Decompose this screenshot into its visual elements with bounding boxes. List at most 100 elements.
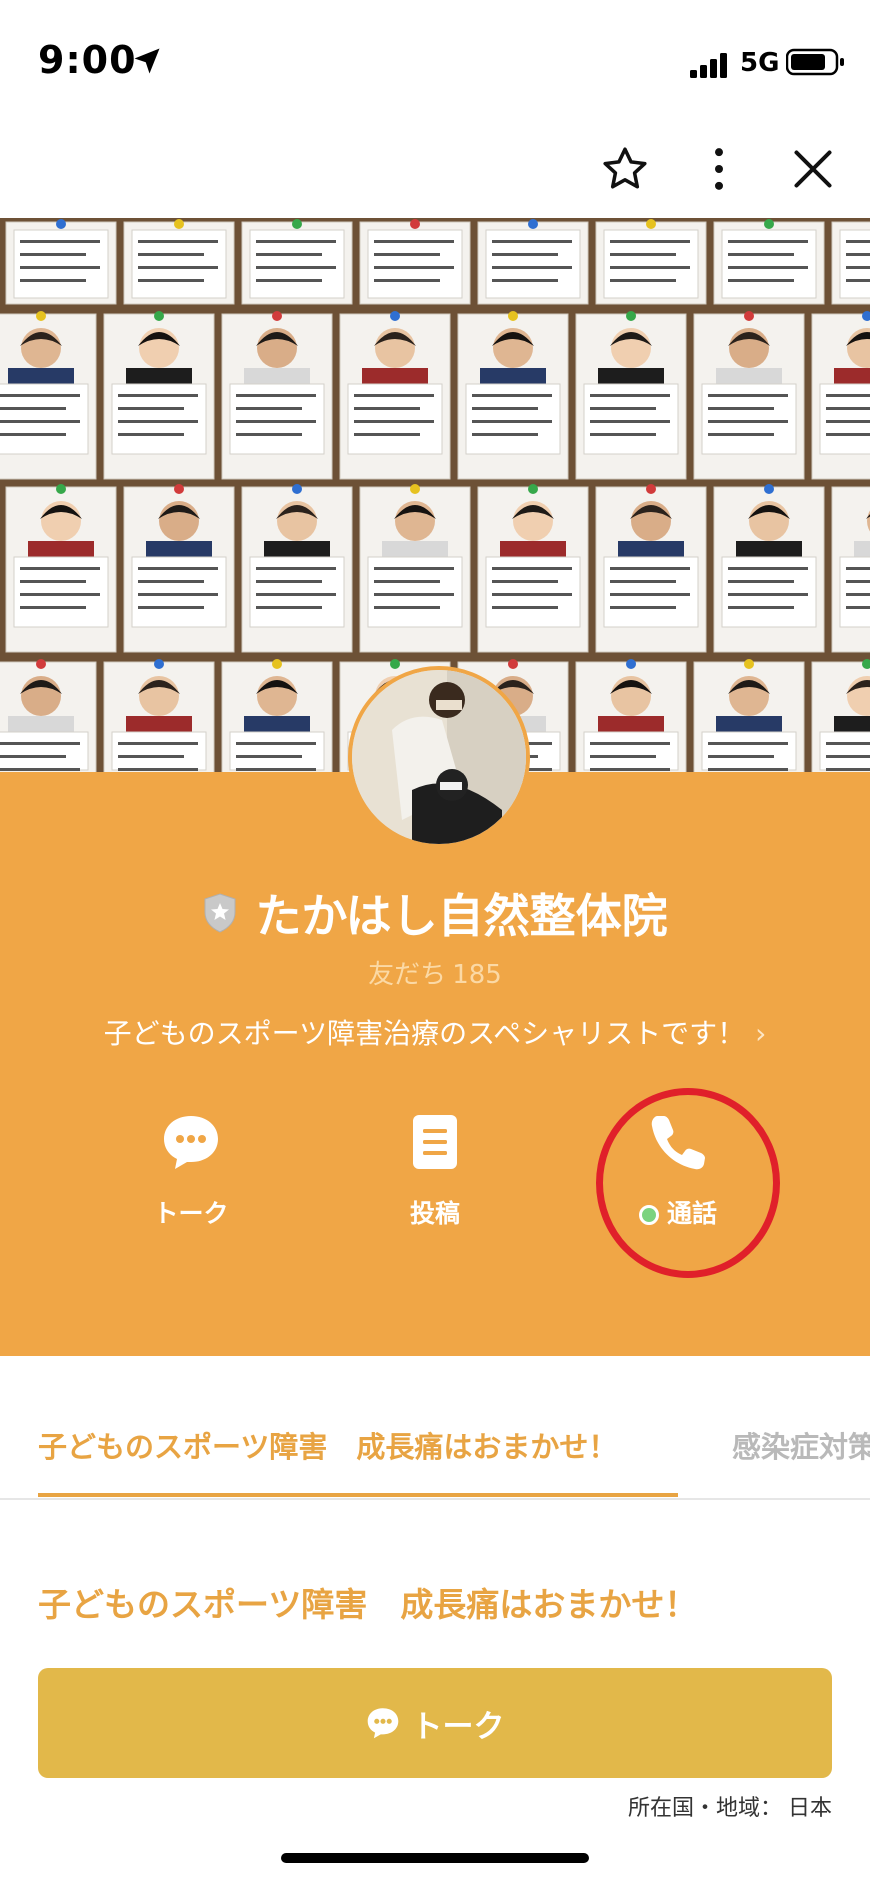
- collage-shirt: [8, 716, 74, 734]
- collage-whiteboard: [583, 731, 679, 771]
- profile-tagline[interactable]: 子どものスポーツ障害治療のスペシャリストです！ ›: [0, 1012, 870, 1052]
- post-action-label: 投稿: [409, 1199, 460, 1228]
- collage-shirt: [598, 368, 664, 386]
- collage-handwriting: [20, 606, 86, 609]
- collage-pin: [174, 484, 184, 494]
- collage-handwriting: [492, 266, 572, 269]
- collage-pin: [174, 219, 184, 229]
- tab-infection-control[interactable]: 感染症対策: [732, 1424, 870, 1466]
- collage-handwriting: [846, 240, 870, 243]
- collage-handwriting: [20, 253, 86, 256]
- collage-handwriting: [0, 407, 66, 410]
- close-button[interactable]: [784, 140, 842, 198]
- collage-handwriting: [0, 394, 80, 397]
- collage-handwriting: [846, 606, 870, 609]
- collage-pin: [56, 484, 66, 494]
- collage-pin: [272, 659, 282, 669]
- collage-handwriting: [374, 580, 440, 583]
- profile-avatar[interactable]: [348, 666, 530, 848]
- collage-handwriting: [256, 567, 336, 570]
- collage-handwriting: [0, 433, 66, 436]
- collage-handwriting: [138, 567, 218, 570]
- collage-handwriting: [236, 407, 302, 410]
- collage-handwriting: [846, 567, 870, 570]
- post-action[interactable]: 投稿: [355, 1112, 515, 1230]
- tab-kids-sports-injury[interactable]: 子どものスポーツ障害 成長痛はおまかせ！: [38, 1424, 617, 1466]
- collage-handwriting: [236, 420, 316, 423]
- collage-handwriting: [610, 279, 676, 282]
- collage-handwriting: [0, 742, 80, 745]
- collage-handwriting: [728, 253, 794, 256]
- collage-handwriting: [590, 433, 656, 436]
- collage-pin: [626, 659, 636, 669]
- collage-handwriting: [826, 420, 870, 423]
- talk-button-label: トーク: [411, 1708, 505, 1745]
- more-options-button[interactable]: [690, 140, 748, 198]
- collage-handwriting: [846, 266, 870, 269]
- collage-handwriting: [708, 755, 774, 758]
- collage-handwriting: [354, 420, 434, 423]
- collage-handwriting: [256, 266, 336, 269]
- talk-action[interactable]: トーク: [111, 1112, 271, 1230]
- collage-shirt: [716, 716, 782, 734]
- collage-handwriting: [354, 433, 420, 436]
- collage-pin: [36, 311, 46, 321]
- collage-handwriting: [256, 240, 336, 243]
- collage-handwriting: [728, 593, 808, 596]
- talk-button[interactable]: トーク: [38, 1668, 832, 1778]
- collage-handwriting: [374, 593, 454, 596]
- region-value: 日本: [787, 1796, 832, 1821]
- collage-shirt: [834, 368, 870, 386]
- region-info: 所在国・地域： 日本: [622, 1790, 832, 1822]
- collage-shirt: [8, 368, 74, 386]
- collage-handwriting: [492, 567, 572, 570]
- collage-pin: [292, 219, 302, 229]
- home-indicator: [281, 1853, 589, 1863]
- signal-icon: [690, 53, 727, 78]
- talk-action-label: トーク: [153, 1199, 229, 1228]
- collage-handwriting: [728, 279, 794, 282]
- collage-handwriting: [472, 407, 538, 410]
- content-tabs: 子どものスポーツ障害 成長痛はおまかせ！ 感染症対策: [0, 1356, 870, 1500]
- collage-pin: [764, 484, 774, 494]
- collage-handwriting: [0, 755, 66, 758]
- collage-handwriting: [256, 279, 322, 282]
- collage-handwriting: [138, 266, 218, 269]
- collage-pin: [292, 484, 302, 494]
- collage-handwriting: [826, 768, 870, 771]
- collage-handwriting: [590, 755, 656, 758]
- collage-handwriting: [236, 755, 302, 758]
- collage-handwriting: [472, 420, 552, 423]
- collage-handwriting: [728, 606, 794, 609]
- collage-handwriting: [256, 580, 322, 583]
- status-bar: 9:00 5G: [0, 0, 870, 120]
- collage-shirt: [480, 368, 546, 386]
- collage-pin: [528, 219, 538, 229]
- collage-handwriting: [374, 253, 440, 256]
- collage-handwriting: [728, 567, 808, 570]
- location-arrow-icon: [134, 48, 160, 74]
- collage-handwriting: [728, 240, 808, 243]
- collage-handwriting: [610, 567, 690, 570]
- collage-handwriting: [728, 580, 794, 583]
- section-title: 子どものスポーツ障害 成長痛はおまかせ！: [38, 1585, 698, 1624]
- collage-handwriting: [472, 433, 538, 436]
- verified-shield-icon: [204, 893, 236, 933]
- collage-handwriting: [236, 394, 316, 397]
- collage-pin: [36, 659, 46, 669]
- collage-handwriting: [826, 755, 870, 758]
- chevron-right-icon: ›: [755, 1017, 767, 1050]
- avatar-photo: [352, 670, 526, 844]
- collage-whiteboard: [229, 731, 325, 771]
- collage-shirt: [834, 716, 870, 734]
- call-action[interactable]: 通話: [598, 1112, 758, 1230]
- collage-handwriting: [708, 394, 788, 397]
- favorite-button[interactable]: [596, 140, 654, 198]
- collage-handwriting: [492, 580, 558, 583]
- collage-handwriting: [826, 433, 870, 436]
- collage-pin: [646, 484, 656, 494]
- collage-pin: [154, 311, 164, 321]
- tagline-text: 子どものスポーツ障害治療のスペシャリストです！: [103, 1017, 746, 1050]
- collage-handwriting: [708, 742, 788, 745]
- post-document-icon: [413, 1115, 457, 1169]
